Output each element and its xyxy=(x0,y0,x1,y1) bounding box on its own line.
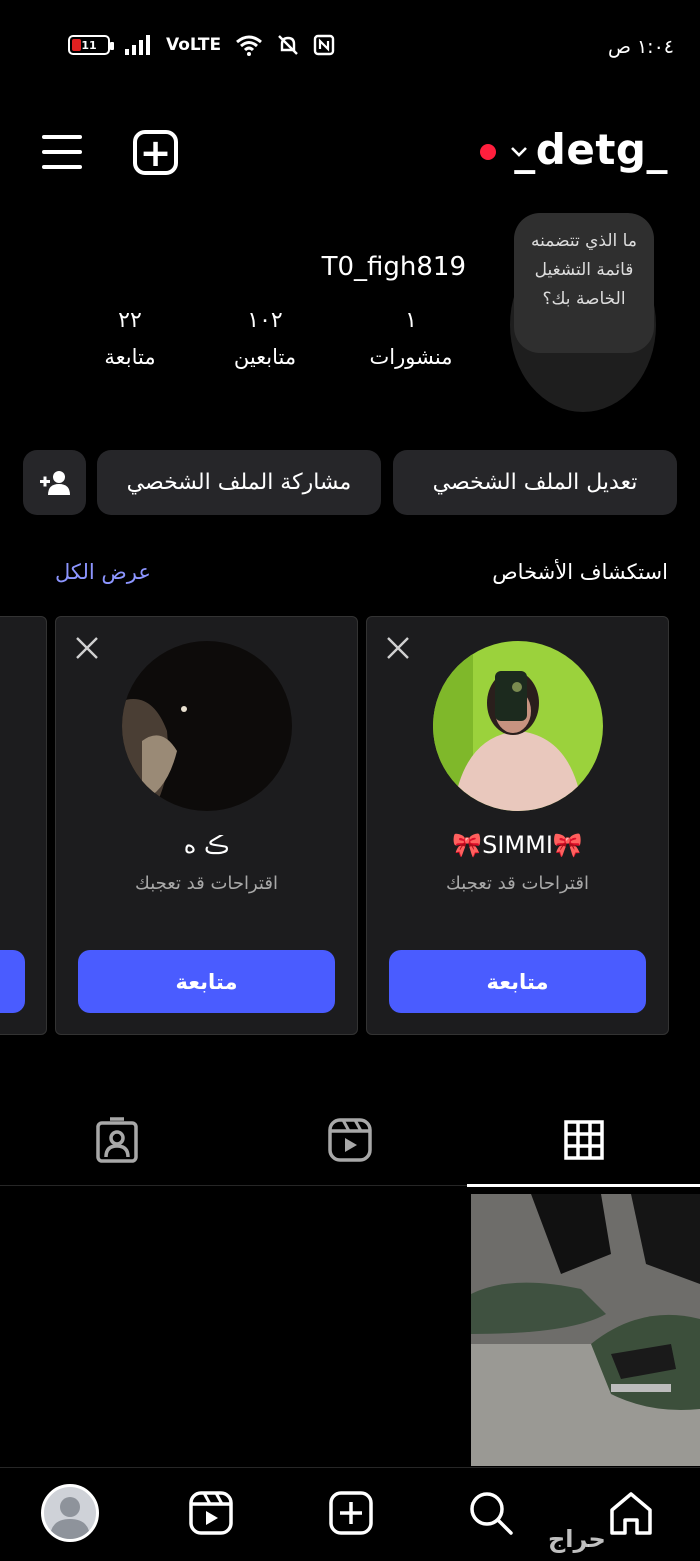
profile-nav-avatar[interactable] xyxy=(41,1484,99,1542)
suggestion-avatar[interactable] xyxy=(122,641,292,811)
create-post-button[interactable]: + xyxy=(133,130,178,175)
status-icons: 11 VoLTE xyxy=(68,34,335,56)
close-icon[interactable] xyxy=(385,635,411,661)
search-icon[interactable] xyxy=(466,1488,516,1538)
home-icon[interactable] xyxy=(606,1488,656,1538)
suggestion-card-partial[interactable] xyxy=(0,616,47,1035)
suggestion-card[interactable]: 🎀SIMMI🎀 اقتراحات قد تعجبك متابعة xyxy=(366,616,669,1035)
notification-dot xyxy=(480,144,496,160)
suggestion-subtitle: اقتراحات قد تعجبك xyxy=(446,873,589,894)
battery-icon: 11 xyxy=(68,35,114,55)
battery-level: 11 xyxy=(81,38,97,52)
reels-nav-icon[interactable] xyxy=(186,1488,236,1538)
display-name: T0_figh819 xyxy=(321,252,466,282)
follow-button[interactable]: متابعة xyxy=(78,950,335,1013)
following-value: ٢٢ xyxy=(118,308,142,333)
grid-icon[interactable] xyxy=(559,1115,609,1165)
suggestion-avatar[interactable] xyxy=(433,641,603,811)
playlist-tooltip[interactable]: ما الذي تتضمنه قائمة التشغيل الخاصة بك؟ xyxy=(514,213,654,353)
add-icon[interactable] xyxy=(326,1488,376,1538)
wifi-icon xyxy=(236,35,263,56)
suggestion-name[interactable]: 🎀SIMMI🎀 xyxy=(367,831,668,859)
discover-people-title: استكشاف الأشخاص xyxy=(492,560,668,584)
reels-icon[interactable] xyxy=(325,1115,375,1165)
following-count[interactable]: ٢٢ متابعة xyxy=(90,308,170,369)
follow-button-partial[interactable] xyxy=(0,950,25,1013)
add-person-icon xyxy=(39,470,70,495)
close-icon[interactable] xyxy=(74,635,100,661)
volte-label: VoLTE xyxy=(166,35,222,55)
posts-value: ١ xyxy=(405,308,417,333)
share-profile-button[interactable]: مشاركة الملف الشخصي xyxy=(97,450,381,515)
account-username[interactable]: _detg_ xyxy=(514,125,668,174)
active-tab-indicator xyxy=(467,1184,700,1187)
tagged-icon[interactable] xyxy=(92,1115,142,1165)
followers-count[interactable]: ١٠٢ متابعين xyxy=(215,308,315,369)
add-user-button[interactable] xyxy=(23,450,86,515)
followers-value: ١٠٢ xyxy=(247,308,283,333)
signal-icon xyxy=(125,35,150,55)
bell-off-icon xyxy=(278,35,298,55)
hamburger-menu-icon[interactable] xyxy=(42,135,82,169)
edit-profile-button[interactable]: تعديل الملف الشخصي xyxy=(393,450,677,515)
follow-button[interactable]: متابعة xyxy=(389,950,646,1013)
suggestion-name[interactable]: ڪ ه xyxy=(56,831,357,859)
post-thumbnail[interactable] xyxy=(471,1194,700,1466)
following-label: متابعة xyxy=(104,345,156,369)
posts-count[interactable]: ١ منشورات xyxy=(356,308,466,369)
followers-label: متابعين xyxy=(233,345,297,369)
posts-label: منشورات xyxy=(369,345,453,369)
watermark-logo: حراج xyxy=(548,1525,606,1553)
see-all-link[interactable]: عرض الكل xyxy=(55,560,151,584)
nfc-icon xyxy=(313,34,335,56)
status-time: ١:٠٤ ص xyxy=(607,36,674,58)
suggestion-card[interactable]: ڪ ه اقتراحات قد تعجبك متابعة xyxy=(55,616,358,1035)
suggestion-subtitle: اقتراحات قد تعجبك xyxy=(135,873,278,894)
